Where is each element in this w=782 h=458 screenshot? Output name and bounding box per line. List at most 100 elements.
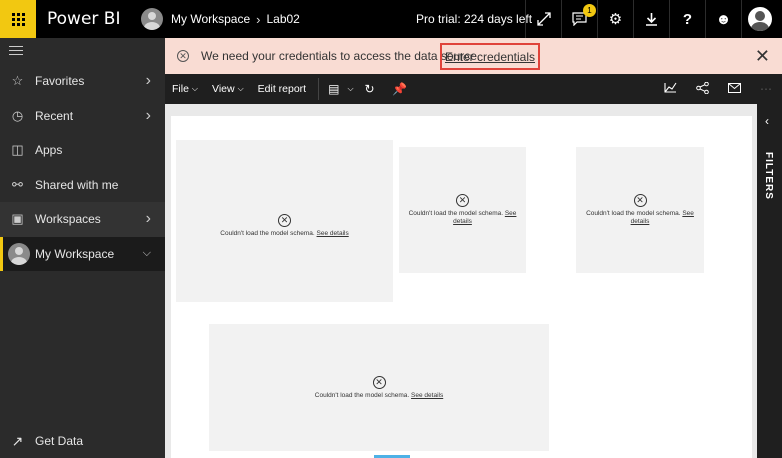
sidebar-item-favorites[interactable]: ☆ Favorites › — [0, 64, 165, 99]
feedback-button[interactable]: ☻ — [705, 0, 741, 38]
avatar — [747, 7, 772, 31]
top-icons: 1 ⚙ ? ☻ — [525, 0, 777, 38]
breadcrumb-report[interactable]: Lab02 — [266, 12, 299, 26]
chevron-right-icon[interactable]: › — [146, 72, 151, 90]
sidebar-item-label: Favorites — [35, 74, 85, 89]
edit-report-label: Edit report — [257, 83, 307, 95]
pin-icon: 📌 — [392, 82, 407, 96]
enter-credentials-link[interactable]: Enter credentials — [445, 50, 535, 64]
view-menu-label: View — [212, 83, 235, 95]
breadcrumb-workspace[interactable]: My Workspace — [171, 12, 250, 26]
more-button[interactable]: ⋯ — [750, 82, 782, 96]
view-menu[interactable]: View ⌵ — [205, 74, 251, 104]
error-icon: ✕ — [177, 50, 189, 62]
clock-icon: ◷ — [11, 107, 24, 123]
visual-tile[interactable]: ✕ Couldn't load the model schema. See de… — [576, 147, 704, 273]
chevron-right-icon: › — [256, 11, 261, 27]
pin-button[interactable]: 📌 — [388, 82, 412, 96]
power-bi-app: Power BI My Workspace › Lab02 Pro trial:… — [0, 0, 782, 458]
mail-icon — [727, 83, 741, 93]
workspaces-icon: ▣ — [11, 211, 24, 227]
waffle-icon — [11, 12, 25, 26]
error-icon: ✕ — [278, 214, 291, 227]
trial-status[interactable]: Pro trial: 224 days left — [416, 12, 532, 26]
app-launcher-button[interactable] — [0, 0, 36, 38]
gear-icon: ⚙ — [608, 11, 623, 28]
error-message: Couldn't load the model schema. — [586, 210, 681, 217]
error-icon: ✕ — [633, 194, 647, 207]
filters-label[interactable]: FILTERS — [763, 152, 774, 200]
expand-button[interactable] — [525, 0, 561, 38]
chevron-right-icon[interactable]: › — [146, 210, 151, 228]
workspace-avatar — [141, 8, 163, 30]
toolbar-divider — [318, 78, 320, 100]
error-message: Couldn't load the model schema. — [408, 210, 504, 217]
sidebar-item-apps[interactable]: ◫ Apps — [0, 133, 165, 168]
visual-tile[interactable]: ✕ Couldn't load the model schema. See de… — [209, 324, 549, 451]
download-icon — [646, 13, 657, 26]
sidebar-item-label: Recent — [35, 108, 74, 123]
sidebar-item-label: My Workspace — [35, 246, 115, 261]
line-chart-icon — [663, 82, 676, 93]
file-menu-label: File — [172, 83, 189, 95]
comments-icon: ▤ — [328, 82, 340, 96]
error-icon: ✕ — [456, 194, 469, 207]
settings-button[interactable]: ⚙ — [597, 0, 633, 38]
sidebar-item-label: Workspaces — [35, 212, 101, 227]
sidebar-item-shared[interactable]: ⚯ Shared with me — [0, 168, 165, 203]
toolbar-right: ⋯ — [654, 74, 782, 104]
hamburger-icon[interactable] — [0, 38, 165, 64]
chevron-left-icon[interactable]: ‹ — [765, 114, 769, 128]
sidebar-item-my-workspace[interactable]: My Workspace ⌵ — [0, 236, 165, 271]
visual-tile[interactable]: ✕ Couldn't load the model schema. See de… — [399, 147, 526, 273]
comments-menu[interactable]: ▤ ⌵ — [324, 74, 357, 104]
subscribe-button[interactable] — [718, 82, 750, 96]
star-icon: ☆ — [11, 73, 24, 89]
apps-icon: ◫ — [11, 142, 24, 158]
share-icon — [695, 81, 709, 94]
shared-icon: ⚯ — [12, 176, 23, 192]
refresh-button[interactable]: ↻ — [358, 82, 382, 96]
chevron-down-icon: ⌵ — [191, 84, 198, 93]
sidebar-item-label: Shared with me — [35, 177, 119, 192]
get-data-label: Get Data — [35, 434, 84, 448]
share-button[interactable] — [686, 81, 718, 97]
insights-button[interactable] — [654, 82, 686, 96]
help-icon: ? — [682, 10, 693, 28]
chevron-right-icon[interactable]: › — [146, 107, 151, 125]
sidebar: ☆ Favorites › ◷ Recent › ◫ Apps ⚯ Shared… — [0, 38, 165, 458]
visual-tile[interactable]: ✕ Couldn't load the model schema. See de… — [176, 140, 393, 302]
chevron-down-icon[interactable]: ⌵ — [143, 247, 151, 260]
brand-title[interactable]: Power BI — [47, 9, 127, 29]
smiley-icon: ☻ — [715, 10, 732, 28]
see-details-link[interactable]: See details — [317, 230, 349, 237]
sidebar-item-workspaces[interactable]: ▣ Workspaces › — [0, 202, 165, 237]
sidebar-item-label: Apps — [35, 143, 63, 158]
download-button[interactable] — [633, 0, 669, 38]
notification-badge: 1 — [583, 4, 596, 17]
credentials-banner: ✕ We need your credentials to access the… — [165, 38, 782, 74]
enter-credentials-highlight: Enter credentials — [440, 43, 540, 70]
banner-message: We need your credentials to access the d… — [201, 49, 481, 63]
avatar — [8, 242, 30, 265]
ellipsis-icon: ⋯ — [760, 82, 772, 96]
arrow-up-right-icon: ↗ — [11, 432, 24, 449]
error-message: Couldn't load the model schema. — [314, 391, 410, 399]
error-icon: ✕ — [372, 375, 386, 389]
refresh-icon: ↻ — [364, 82, 375, 96]
get-data-button[interactable]: ↗ Get Data — [0, 424, 165, 458]
filters-pane[interactable]: ‹ FILTERS — [757, 104, 782, 458]
top-bar: Power BI My Workspace › Lab02 Pro trial:… — [0, 0, 782, 38]
chevron-down-icon: ⌵ — [237, 84, 244, 93]
account-button[interactable] — [741, 0, 777, 38]
error-message: Couldn't load the model schema. — [220, 230, 315, 237]
help-button[interactable]: ? — [669, 0, 705, 38]
file-menu[interactable]: File ⌵ — [165, 74, 205, 104]
edit-report-button[interactable]: Edit report — [251, 74, 313, 104]
chevron-down-icon: ⌵ — [347, 84, 354, 93]
see-details-link[interactable]: See details — [411, 392, 443, 399]
notifications-button[interactable]: 1 — [561, 0, 597, 38]
report-toolbar: File ⌵ View ⌵ Edit report ▤ ⌵ ↻ 📌 ⋯ — [165, 74, 782, 104]
sidebar-item-recent[interactable]: ◷ Recent › — [0, 99, 165, 134]
close-icon[interactable]: ✕ — [755, 46, 770, 67]
